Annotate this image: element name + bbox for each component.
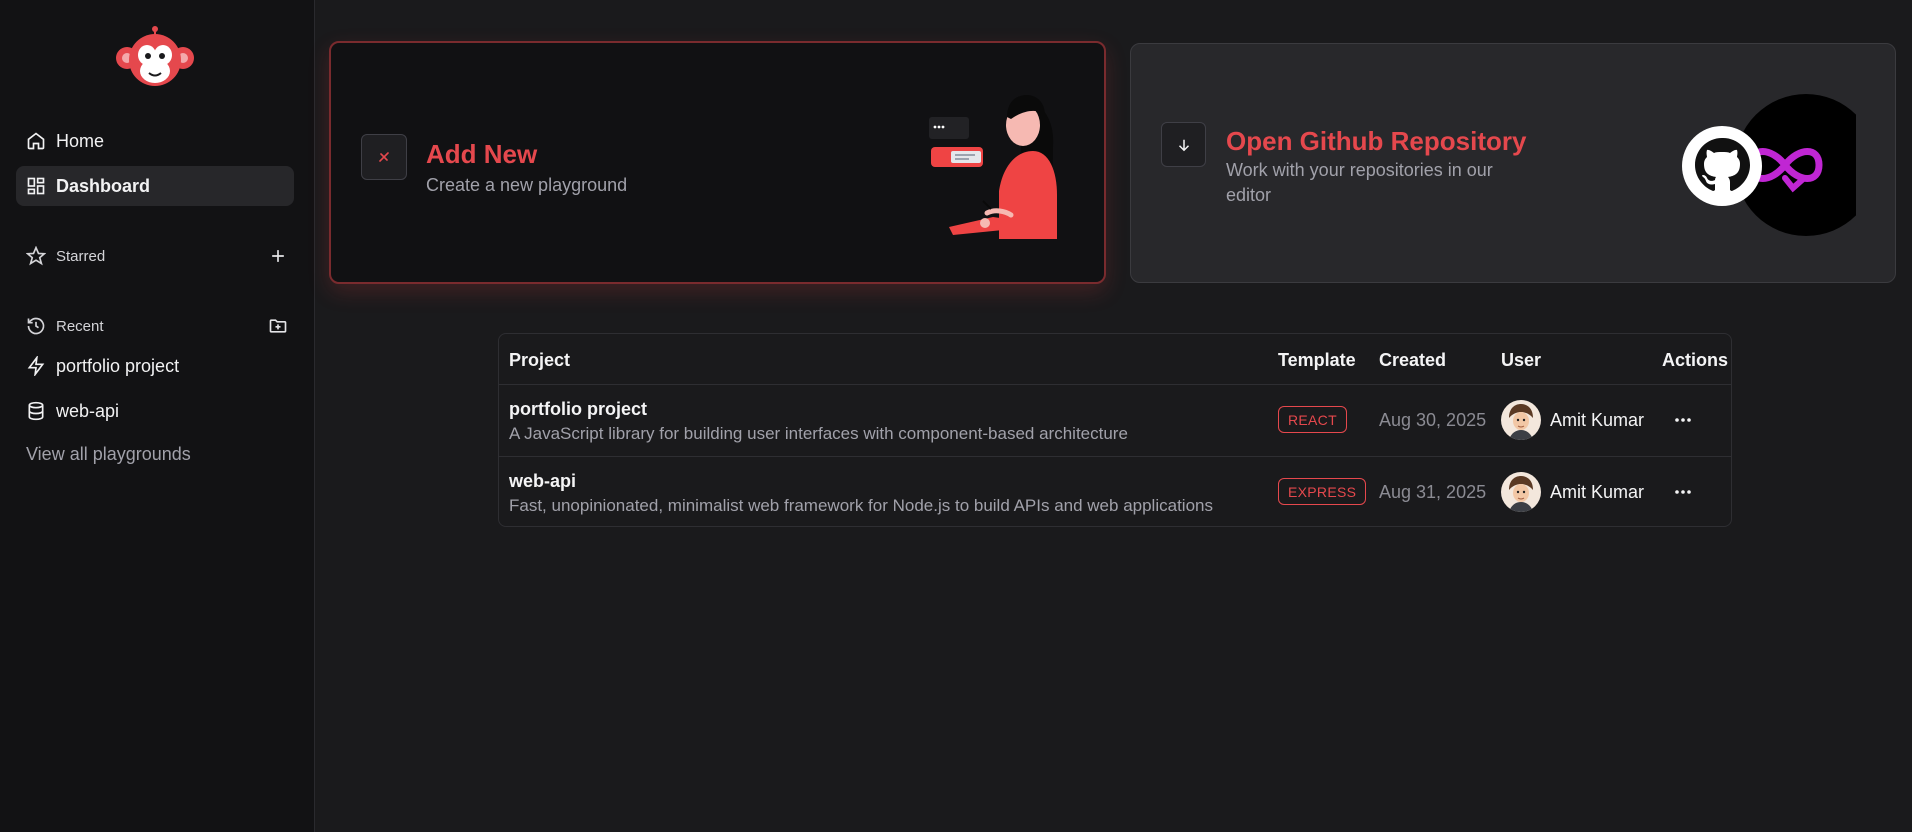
recent-section: Recent	[16, 311, 294, 341]
table-row[interactable]: web-api Fast, unopinionated, minimalist …	[499, 456, 1731, 526]
template-badge: REACT	[1278, 406, 1347, 433]
recent-label: Recent	[56, 317, 104, 335]
github-illustration	[1682, 94, 1856, 236]
project-description: A JavaScript library for building user i…	[509, 424, 1128, 443]
nav-dashboard-label: Dashboard	[56, 175, 151, 196]
nav-home[interactable]: Home	[16, 121, 294, 161]
star-icon	[26, 246, 46, 266]
add-icon	[379, 152, 389, 162]
more-horizontal-icon[interactable]	[1671, 408, 1695, 432]
avatar	[1501, 400, 1541, 440]
monkey-logo[interactable]	[115, 26, 195, 88]
recent-item-web-api[interactable]: web-api	[16, 391, 294, 431]
user-name: Amit Kumar	[1550, 482, 1645, 502]
created-date: Aug 31, 2025	[1379, 482, 1487, 502]
recent-item-label: web-api	[56, 400, 120, 421]
recent-item-portfolio-project[interactable]: portfolio project	[16, 346, 294, 386]
zap-icon	[27, 356, 45, 376]
github-subtitle-line2: editor	[1226, 185, 1272, 205]
created-date: Aug 30, 2025	[1379, 410, 1487, 430]
table-row[interactable]: portfolio project A JavaScript library f…	[499, 385, 1731, 456]
arrow-down-box	[1161, 122, 1206, 167]
woman-illustration	[929, 95, 1057, 239]
home-icon	[27, 132, 45, 150]
database-icon	[28, 401, 44, 421]
avatar	[1501, 472, 1541, 512]
project-name[interactable]: portfolio project	[509, 399, 647, 420]
table-header: Project Template Created User Actions	[499, 334, 1731, 385]
app: Home Dashboard Starred Recent portfolio …	[0, 0, 1912, 832]
github-repo-card[interactable]: Open Github Repository Work with your re…	[1130, 43, 1896, 283]
recent-item-label: portfolio project	[56, 355, 180, 376]
more-horizontal-icon[interactable]	[1671, 480, 1695, 504]
github-subtitle-line1: Work with your repositories in our	[1226, 160, 1493, 180]
template-badge: EXPRESS	[1278, 478, 1367, 505]
starred-label: Starred	[56, 247, 106, 265]
project-description: Fast, unopinionated, minimalist web fram…	[509, 496, 1213, 515]
sidebar: Home Dashboard Starred Recent portfolio …	[0, 0, 315, 832]
user-name: Amit Kumar	[1550, 410, 1645, 430]
projects-table: Project Template Created User Actions po…	[498, 333, 1732, 527]
view-all-playgrounds-link[interactable]: View all playgrounds	[26, 444, 191, 465]
plus-icon[interactable]	[268, 246, 288, 266]
add-icon-box	[361, 134, 407, 180]
column-header-project[interactable]: Project	[509, 350, 570, 371]
nav-home-label: Home	[56, 130, 105, 151]
nav-dashboard[interactable]: Dashboard	[16, 166, 294, 206]
folder-plus-icon[interactable]	[268, 316, 288, 336]
add-new-card[interactable]: Add New Create a new playground	[329, 41, 1106, 284]
column-header-user[interactable]: User	[1501, 350, 1541, 371]
column-header-actions: Actions	[1662, 350, 1729, 370]
github-title: Open Github Repository	[1226, 126, 1527, 156]
history-icon	[27, 317, 45, 335]
add-new-title: Add New	[426, 139, 538, 169]
arrow-down-icon	[1178, 139, 1189, 151]
project-name[interactable]: web-api	[509, 471, 576, 492]
add-new-subtitle: Create a new playground	[426, 175, 628, 195]
column-header-template[interactable]: Template	[1278, 350, 1356, 371]
starred-section: Starred	[16, 241, 294, 271]
column-header-created[interactable]: Created	[1379, 350, 1446, 371]
dashboard-icon	[27, 177, 45, 195]
